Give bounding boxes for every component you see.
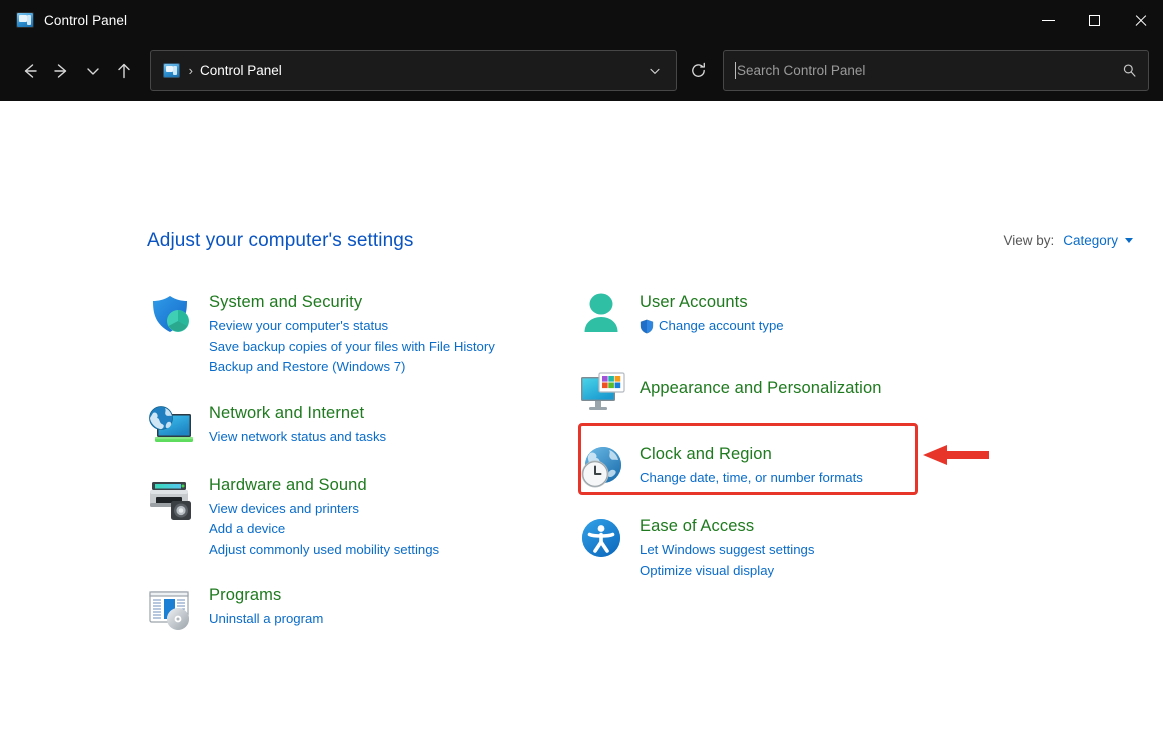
chevron-down-icon (650, 68, 660, 74)
window-controls (1025, 0, 1163, 40)
category-body: Clock and Region Change date, time, or n… (640, 443, 863, 489)
user-glyph (584, 293, 618, 332)
category-title[interactable]: Hardware and Sound (209, 475, 439, 496)
category-link[interactable]: Backup and Restore (Windows 7) (209, 357, 495, 378)
breadcrumb-separator: › (188, 63, 193, 78)
clock-globe-glyph (581, 447, 621, 488)
clock-globe-icon[interactable] (578, 443, 626, 491)
content-area: Adjust your computer's settings View by:… (0, 101, 1163, 742)
view-by-control: View by: Category (1003, 233, 1133, 248)
shield-icon[interactable] (147, 291, 195, 339)
category-body: Appearance and Personalization (640, 369, 882, 402)
breadcrumb-control-panel-icon (162, 63, 180, 78)
arrow-left-icon (24, 63, 37, 78)
page-title: Adjust your computer's settings (147, 230, 414, 251)
category-ease-of-access: Ease of Access Let Windows suggest setti… (578, 515, 998, 581)
printer-glyph (150, 481, 191, 520)
up-button[interactable] (108, 54, 139, 88)
category-link[interactable]: Change account type (640, 316, 784, 337)
category-link-text: Change account type (659, 318, 784, 333)
appearance-monitor-icon[interactable] (578, 369, 626, 417)
close-button[interactable] (1117, 0, 1163, 40)
view-by-label: View by: (1003, 233, 1055, 248)
category-body: System and Security Review your computer… (209, 291, 495, 378)
category-body: Programs Uninstall a program (209, 584, 323, 630)
category-system-and-security: System and Security Review your computer… (147, 291, 567, 378)
category-body: Ease of Access Let Windows suggest setti… (640, 515, 814, 581)
text-caret (735, 62, 737, 79)
shield-glyph (153, 296, 189, 332)
address-dropdown-button[interactable] (640, 55, 670, 87)
uac-shield-icon (640, 319, 654, 334)
network-glyph (149, 405, 193, 442)
category-title[interactable]: User Accounts (640, 292, 784, 313)
close-icon (1134, 14, 1147, 27)
control-panel-icon (16, 12, 34, 28)
arrow-up-icon (118, 63, 130, 78)
ease-of-access-icon[interactable] (578, 515, 626, 563)
printer-icon[interactable] (147, 474, 195, 522)
category-title[interactable]: Clock and Region (640, 444, 863, 465)
search-box[interactable]: Search Control Panel (723, 50, 1150, 91)
back-button[interactable] (14, 54, 45, 88)
minimize-button[interactable] (1025, 0, 1071, 40)
title-bar-left: Control Panel (0, 12, 127, 28)
magnifier-icon (1123, 64, 1136, 77)
category-link[interactable]: Save backup copies of your files with Fi… (209, 337, 495, 358)
category-title[interactable]: Network and Internet (209, 403, 386, 424)
navigation-bar: › Control Panel Search Control Panel (0, 40, 1163, 101)
window-title: Control Panel (44, 12, 128, 28)
forward-button[interactable] (45, 54, 76, 88)
category-link[interactable]: Add a device (209, 519, 439, 540)
category-link[interactable]: View network status and tasks (209, 427, 386, 448)
minimize-icon (1041, 19, 1055, 21)
category-title[interactable]: Programs (209, 585, 323, 606)
category-user-accounts: User Accounts Change account type (578, 291, 998, 339)
category-link[interactable]: Adjust commonly used mobility settings (209, 540, 439, 561)
recent-locations-button[interactable] (77, 54, 108, 88)
category-appearance-and-personalization: Appearance and Personalization (578, 369, 998, 417)
appearance-glyph (581, 372, 625, 410)
control-panel-window: Control Panel › Control Panel Search Con… (0, 0, 1163, 742)
category-body: Network and Internet View network status… (209, 402, 386, 448)
network-globe-monitor-icon[interactable] (147, 402, 195, 450)
category-body: User Accounts Change account type (640, 291, 784, 337)
maximize-icon (1088, 14, 1100, 26)
category-link[interactable]: View devices and printers (209, 499, 439, 520)
view-by-value[interactable]: Category (1063, 233, 1118, 248)
programs-glyph (149, 591, 189, 630)
refresh-icon (691, 62, 705, 77)
search-icon[interactable] (1121, 62, 1138, 79)
maximize-button[interactable] (1071, 0, 1117, 40)
chevron-down-icon[interactable] (1125, 238, 1133, 243)
arrow-left-glyph (923, 445, 989, 465)
uac-shield-glyph (640, 319, 654, 334)
annotation-arrow-icon (921, 442, 989, 468)
breadcrumb-path[interactable]: Control Panel (200, 63, 640, 78)
category-hardware-and-sound: Hardware and Sound View devices and prin… (147, 474, 567, 561)
category-link[interactable]: Let Windows suggest settings (640, 540, 814, 561)
category-title[interactable]: Appearance and Personalization (640, 378, 882, 399)
user-account-icon[interactable] (578, 291, 626, 339)
chevron-down-icon (86, 67, 99, 75)
search-input[interactable]: Search Control Panel (737, 63, 1121, 78)
accessibility-glyph (582, 519, 620, 557)
arrow-right-icon (54, 63, 67, 78)
programs-disc-icon[interactable] (147, 584, 195, 632)
category-link[interactable]: Optimize visual display (640, 561, 814, 582)
category-body: Hardware and Sound View devices and prin… (209, 474, 439, 561)
category-link[interactable]: Change date, time, or number formats (640, 468, 863, 489)
category-title[interactable]: Ease of Access (640, 516, 814, 537)
address-bar[interactable]: › Control Panel (149, 50, 677, 91)
category-link[interactable]: Uninstall a program (209, 609, 323, 630)
category-title[interactable]: System and Security (209, 292, 495, 313)
category-programs: Programs Uninstall a program (147, 584, 567, 632)
refresh-button[interactable] (683, 54, 714, 88)
category-network-and-internet: Network and Internet View network status… (147, 402, 567, 450)
title-bar: Control Panel (0, 0, 1163, 40)
category-link[interactable]: Review your computer's status (209, 316, 495, 337)
left-category-column: System and Security Review your computer… (147, 291, 567, 656)
